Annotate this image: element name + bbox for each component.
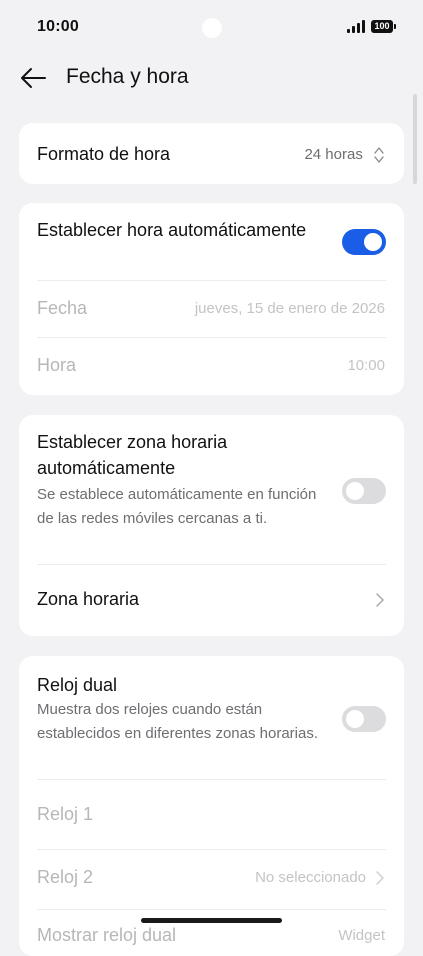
auto-timezone-description: Se establece automáticamente en función … [37, 486, 317, 527]
dual-clock-description: Muestra dos relojes cuando están estable… [37, 701, 319, 742]
auto-time-label: Establecer hora automáticamente [37, 220, 307, 240]
home-indicator[interactable] [141, 918, 282, 923]
show-dual-clock-row: Mostrar reloj dual Widget [19, 909, 404, 956]
auto-timezone-label: Establecer zona horaria automáticamente [37, 432, 228, 478]
show-dual-clock-label: Mostrar reloj dual [37, 925, 177, 945]
up-down-chevron-icon [374, 147, 384, 163]
status-time: 10:00 [37, 18, 79, 35]
battery-icon: 100 [371, 19, 396, 33]
back-button[interactable] [18, 64, 48, 92]
time-row: Hora 10:00 [19, 337, 404, 395]
toggle-knob [346, 482, 364, 500]
clock2-label: Reloj 2 [37, 867, 94, 887]
dual-clock-card: Reloj dual Muestra dos relojes cuando es… [19, 656, 404, 956]
status-bar: 10:00 100 [0, 0, 423, 56]
clock2-value: No seleccionado [255, 869, 366, 886]
chevron-right-icon [376, 593, 384, 607]
time-format-card: Formato de hora 24 horas [19, 123, 404, 184]
auto-time-row[interactable]: Establecer hora automáticamente [19, 203, 404, 280]
camera-cutout [202, 18, 222, 38]
arrow-left-icon [21, 68, 46, 88]
dual-clock-label: Reloj dual [37, 675, 118, 695]
clock1-label: Reloj 1 [37, 804, 94, 824]
auto-timezone-row[interactable]: Establecer zona horaria automáticamente … [19, 415, 404, 564]
auto-time-card: Establecer hora automáticamente Fecha ju… [19, 203, 404, 395]
date-label: Fecha [37, 298, 88, 318]
time-label: Hora [37, 355, 77, 375]
dual-clock-toggle[interactable] [342, 706, 386, 732]
clock2-row: Reloj 2 No seleccionado [19, 849, 404, 909]
signal-icon [347, 19, 365, 33]
status-icons: 100 [347, 19, 396, 33]
auto-timezone-toggle[interactable] [342, 478, 386, 504]
timezone-row[interactable]: Zona horaria [19, 564, 404, 636]
chevron-right-icon [376, 871, 384, 885]
auto-timezone-card: Establecer zona horaria automáticamente … [19, 415, 404, 636]
time-value: 10:00 [347, 357, 385, 374]
app-header: Fecha y hora [0, 56, 423, 100]
time-format-value-text: 24 horas [304, 146, 363, 163]
time-format-label: Formato de hora [37, 144, 171, 164]
toggle-knob [364, 233, 382, 251]
page-title: Fecha y hora [66, 65, 189, 88]
toggle-knob [346, 710, 364, 728]
clock1-row: Reloj 1 [19, 779, 404, 849]
time-format-value: 24 horas [304, 146, 385, 164]
dual-clock-row[interactable]: Reloj dual Muestra dos relojes cuando es… [19, 656, 404, 779]
date-value: jueves, 15 de enero de 2026 [194, 300, 385, 317]
date-row: Fecha jueves, 15 de enero de 2026 [19, 280, 404, 337]
show-dual-clock-value: Widget [338, 927, 385, 944]
time-format-row[interactable]: Formato de hora 24 horas [19, 123, 404, 184]
scrollbar[interactable] [413, 94, 417, 184]
auto-time-toggle[interactable] [342, 229, 386, 255]
timezone-label: Zona horaria [37, 589, 140, 609]
